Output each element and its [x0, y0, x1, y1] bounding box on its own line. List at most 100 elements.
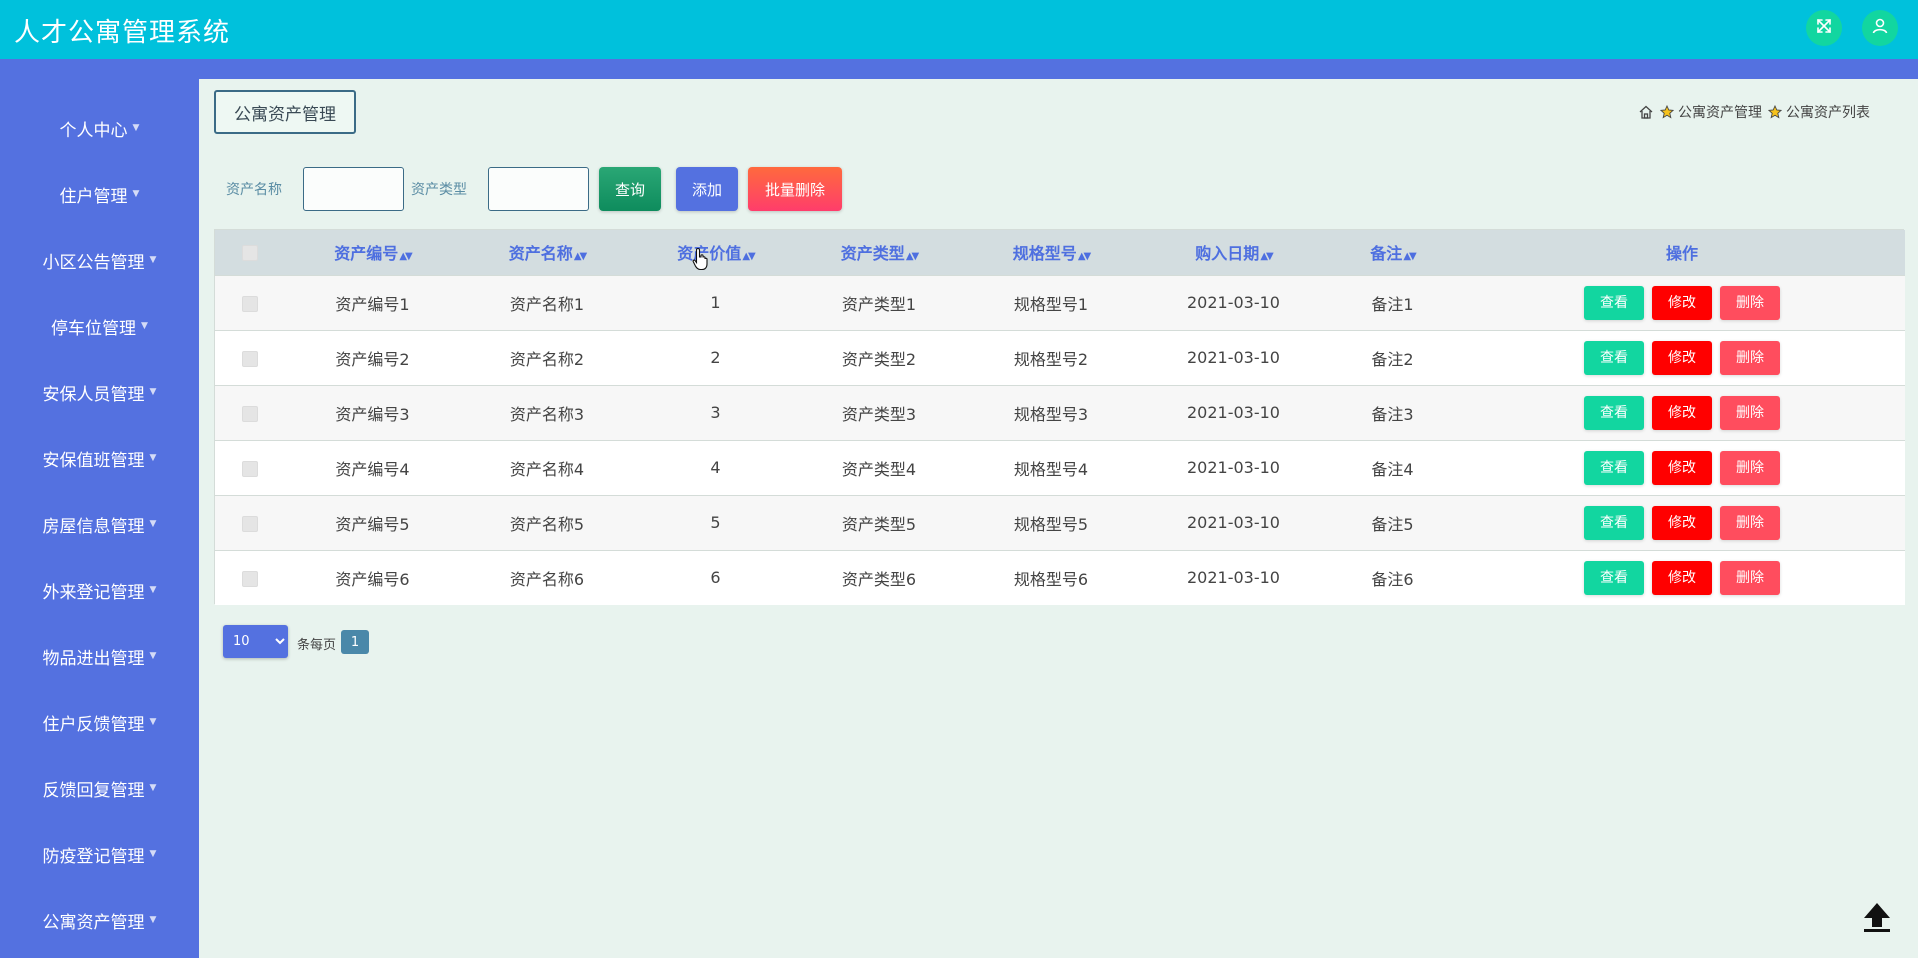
column-label: 规格型号	[1012, 244, 1077, 264]
view-button[interactable]: 查看	[1584, 395, 1644, 430]
sidebar-item-security-duty[interactable]: 安保值班管理 ▼	[0, 438, 199, 478]
caret-down-icon: ▼	[132, 123, 140, 133]
column-header-asset-code[interactable]: 资产编号▲▼	[285, 230, 460, 275]
edit-button[interactable]: 修改	[1652, 285, 1712, 320]
top-header: 人才公寓管理系统	[0, 0, 1918, 59]
delete-button[interactable]: 删除	[1720, 395, 1780, 430]
sidebar-item-announcements[interactable]: 小区公告管理 ▼	[0, 240, 199, 280]
batch-delete-button[interactable]: 批量删除	[748, 167, 842, 211]
edit-button[interactable]: 修改	[1652, 340, 1712, 375]
row-checkbox[interactable]	[242, 405, 258, 422]
column-label: 资产类型	[840, 244, 905, 264]
table-row: 资产编号4 资产名称4 4 资产类型4 规格型号4 2021-03-10 备注4…	[215, 440, 1905, 495]
edit-button[interactable]: 修改	[1652, 505, 1712, 540]
select-all-cell	[215, 230, 285, 275]
delete-button[interactable]: 删除	[1720, 560, 1780, 595]
sidebar: 个人中心 ▼ 住户管理 ▼ 小区公告管理 ▼ 停车位管理 ▼ 安保人员管理 ▼ 安保值班管…	[0, 79, 199, 958]
back-to-top-button[interactable]	[1856, 898, 1898, 940]
asset-name-input[interactable]	[303, 167, 404, 211]
cell-purchase-date: 2021-03-10	[1187, 293, 1280, 312]
page-title-tab[interactable]: 公寓资产管理	[214, 90, 356, 134]
column-header-asset-name[interactable]: 资产名称▲▼	[460, 230, 634, 275]
cell-asset-name: 资产名称6	[509, 569, 585, 589]
column-header-asset-value[interactable]: 资产价值▲▼	[634, 230, 797, 275]
caret-down-icon: ▼	[132, 189, 140, 199]
sidebar-item-feedback[interactable]: 住户反馈管理 ▼	[0, 702, 199, 742]
view-button[interactable]: 查看	[1584, 505, 1644, 540]
edit-button[interactable]: 修改	[1652, 560, 1712, 595]
edit-button[interactable]: 修改	[1652, 450, 1712, 485]
sidebar-item-label: 物品进出管理	[42, 648, 145, 669]
row-checkbox[interactable]	[242, 515, 258, 532]
sidebar-item-feedback-reply[interactable]: 反馈回复管理 ▼	[0, 768, 199, 808]
column-label: 备注	[1370, 244, 1403, 264]
cell-asset-code: 资产编号5	[335, 514, 410, 534]
sidebar-item-housing[interactable]: 房屋信息管理 ▼	[0, 504, 199, 544]
user-menu-button[interactable]	[1862, 10, 1898, 46]
row-checkbox[interactable]	[242, 295, 258, 312]
caret-down-icon: ▼	[149, 519, 157, 529]
cell-asset-name: 资产名称5	[509, 514, 585, 534]
view-button[interactable]: 查看	[1584, 340, 1644, 375]
edit-button[interactable]: 修改	[1652, 395, 1712, 430]
arrow-up-icon	[1860, 900, 1894, 938]
sidebar-item-label: 住户反馈管理	[42, 714, 145, 735]
sort-icon: ▲▼	[1260, 251, 1273, 263]
sidebar-item-assets[interactable]: 公寓资产管理 ▼	[0, 900, 199, 940]
column-label: 资产名称	[508, 244, 573, 264]
cell-purchase-date: 2021-03-10	[1187, 458, 1280, 477]
sidebar-item-personal-center[interactable]: 个人中心 ▼	[0, 108, 199, 148]
page-number-button[interactable]: 1	[341, 630, 369, 654]
select-all-checkbox[interactable]	[242, 245, 258, 262]
delete-button[interactable]: 删除	[1720, 340, 1780, 375]
row-checkbox[interactable]	[242, 460, 258, 477]
cell-note: 备注3	[1371, 404, 1414, 424]
cell-actions: 查看 修改 删除	[1459, 385, 1905, 440]
cell-asset-value: 6	[710, 568, 721, 588]
sidebar-item-residents[interactable]: 住户管理 ▼	[0, 174, 199, 214]
sidebar-item-goods[interactable]: 物品进出管理 ▼	[0, 636, 199, 676]
sidebar-item-epidemic[interactable]: 防疫登记管理 ▼	[0, 834, 199, 874]
delete-button[interactable]: 删除	[1720, 505, 1780, 540]
view-button[interactable]: 查看	[1584, 450, 1644, 485]
column-header-purchase-date[interactable]: 购入日期▲▼	[1141, 230, 1326, 275]
cell-asset-type: 资产类型5	[841, 514, 917, 534]
sidebar-item-label: 个人中心	[59, 120, 128, 141]
cell-asset-value: 5	[710, 513, 721, 532]
row-checkbox[interactable]	[242, 570, 258, 587]
breadcrumb-item[interactable]: 公寓资产管理	[1678, 102, 1762, 122]
view-button[interactable]: 查看	[1584, 560, 1644, 595]
column-header-note[interactable]: 备注▲▼	[1326, 230, 1459, 275]
view-button[interactable]: 查看	[1584, 285, 1644, 320]
sidebar-item-security-staff[interactable]: 安保人员管理 ▼	[0, 372, 199, 412]
sidebar-item-label: 安保人员管理	[42, 384, 145, 405]
cell-asset-type: 资产类型2	[841, 349, 917, 369]
column-header-spec[interactable]: 规格型号▲▼	[961, 230, 1141, 275]
sidebar-item-label: 停车位管理	[51, 318, 137, 339]
column-header-asset-type[interactable]: 资产类型▲▼	[797, 230, 961, 275]
cell-note: 备注6	[1371, 569, 1414, 589]
row-checkbox[interactable]	[242, 350, 258, 367]
fullscreen-button[interactable]	[1806, 10, 1842, 46]
cell-purchase-date: 2021-03-10	[1187, 348, 1280, 367]
cell-asset-value: 2	[710, 348, 721, 367]
sidebar-item-label: 反馈回复管理	[42, 780, 145, 801]
cell-spec: 规格型号3	[1013, 404, 1089, 424]
add-button[interactable]: 添加	[676, 167, 738, 211]
caret-down-icon: ▼	[149, 651, 157, 661]
sidebar-item-label: 防疫登记管理	[42, 846, 145, 867]
sidebar-item-label: 外来登记管理	[42, 582, 145, 603]
home-icon[interactable]	[1638, 104, 1654, 120]
sidebar-item-parking[interactable]: 停车位管理 ▼	[0, 306, 199, 346]
star-icon	[1660, 105, 1674, 119]
cell-asset-value: 1	[710, 293, 721, 312]
sidebar-item-visitors[interactable]: 外来登记管理 ▼	[0, 570, 199, 610]
delete-button[interactable]: 删除	[1720, 450, 1780, 485]
asset-type-input[interactable]	[488, 167, 589, 211]
cell-asset-name: 资产名称4	[509, 459, 585, 479]
cell-asset-code: 资产编号1	[335, 294, 410, 314]
delete-button[interactable]: 删除	[1720, 285, 1780, 320]
page-size-select[interactable]: 10	[223, 625, 288, 658]
query-button[interactable]: 查询	[599, 167, 661, 211]
cell-note: 备注2	[1371, 349, 1414, 369]
